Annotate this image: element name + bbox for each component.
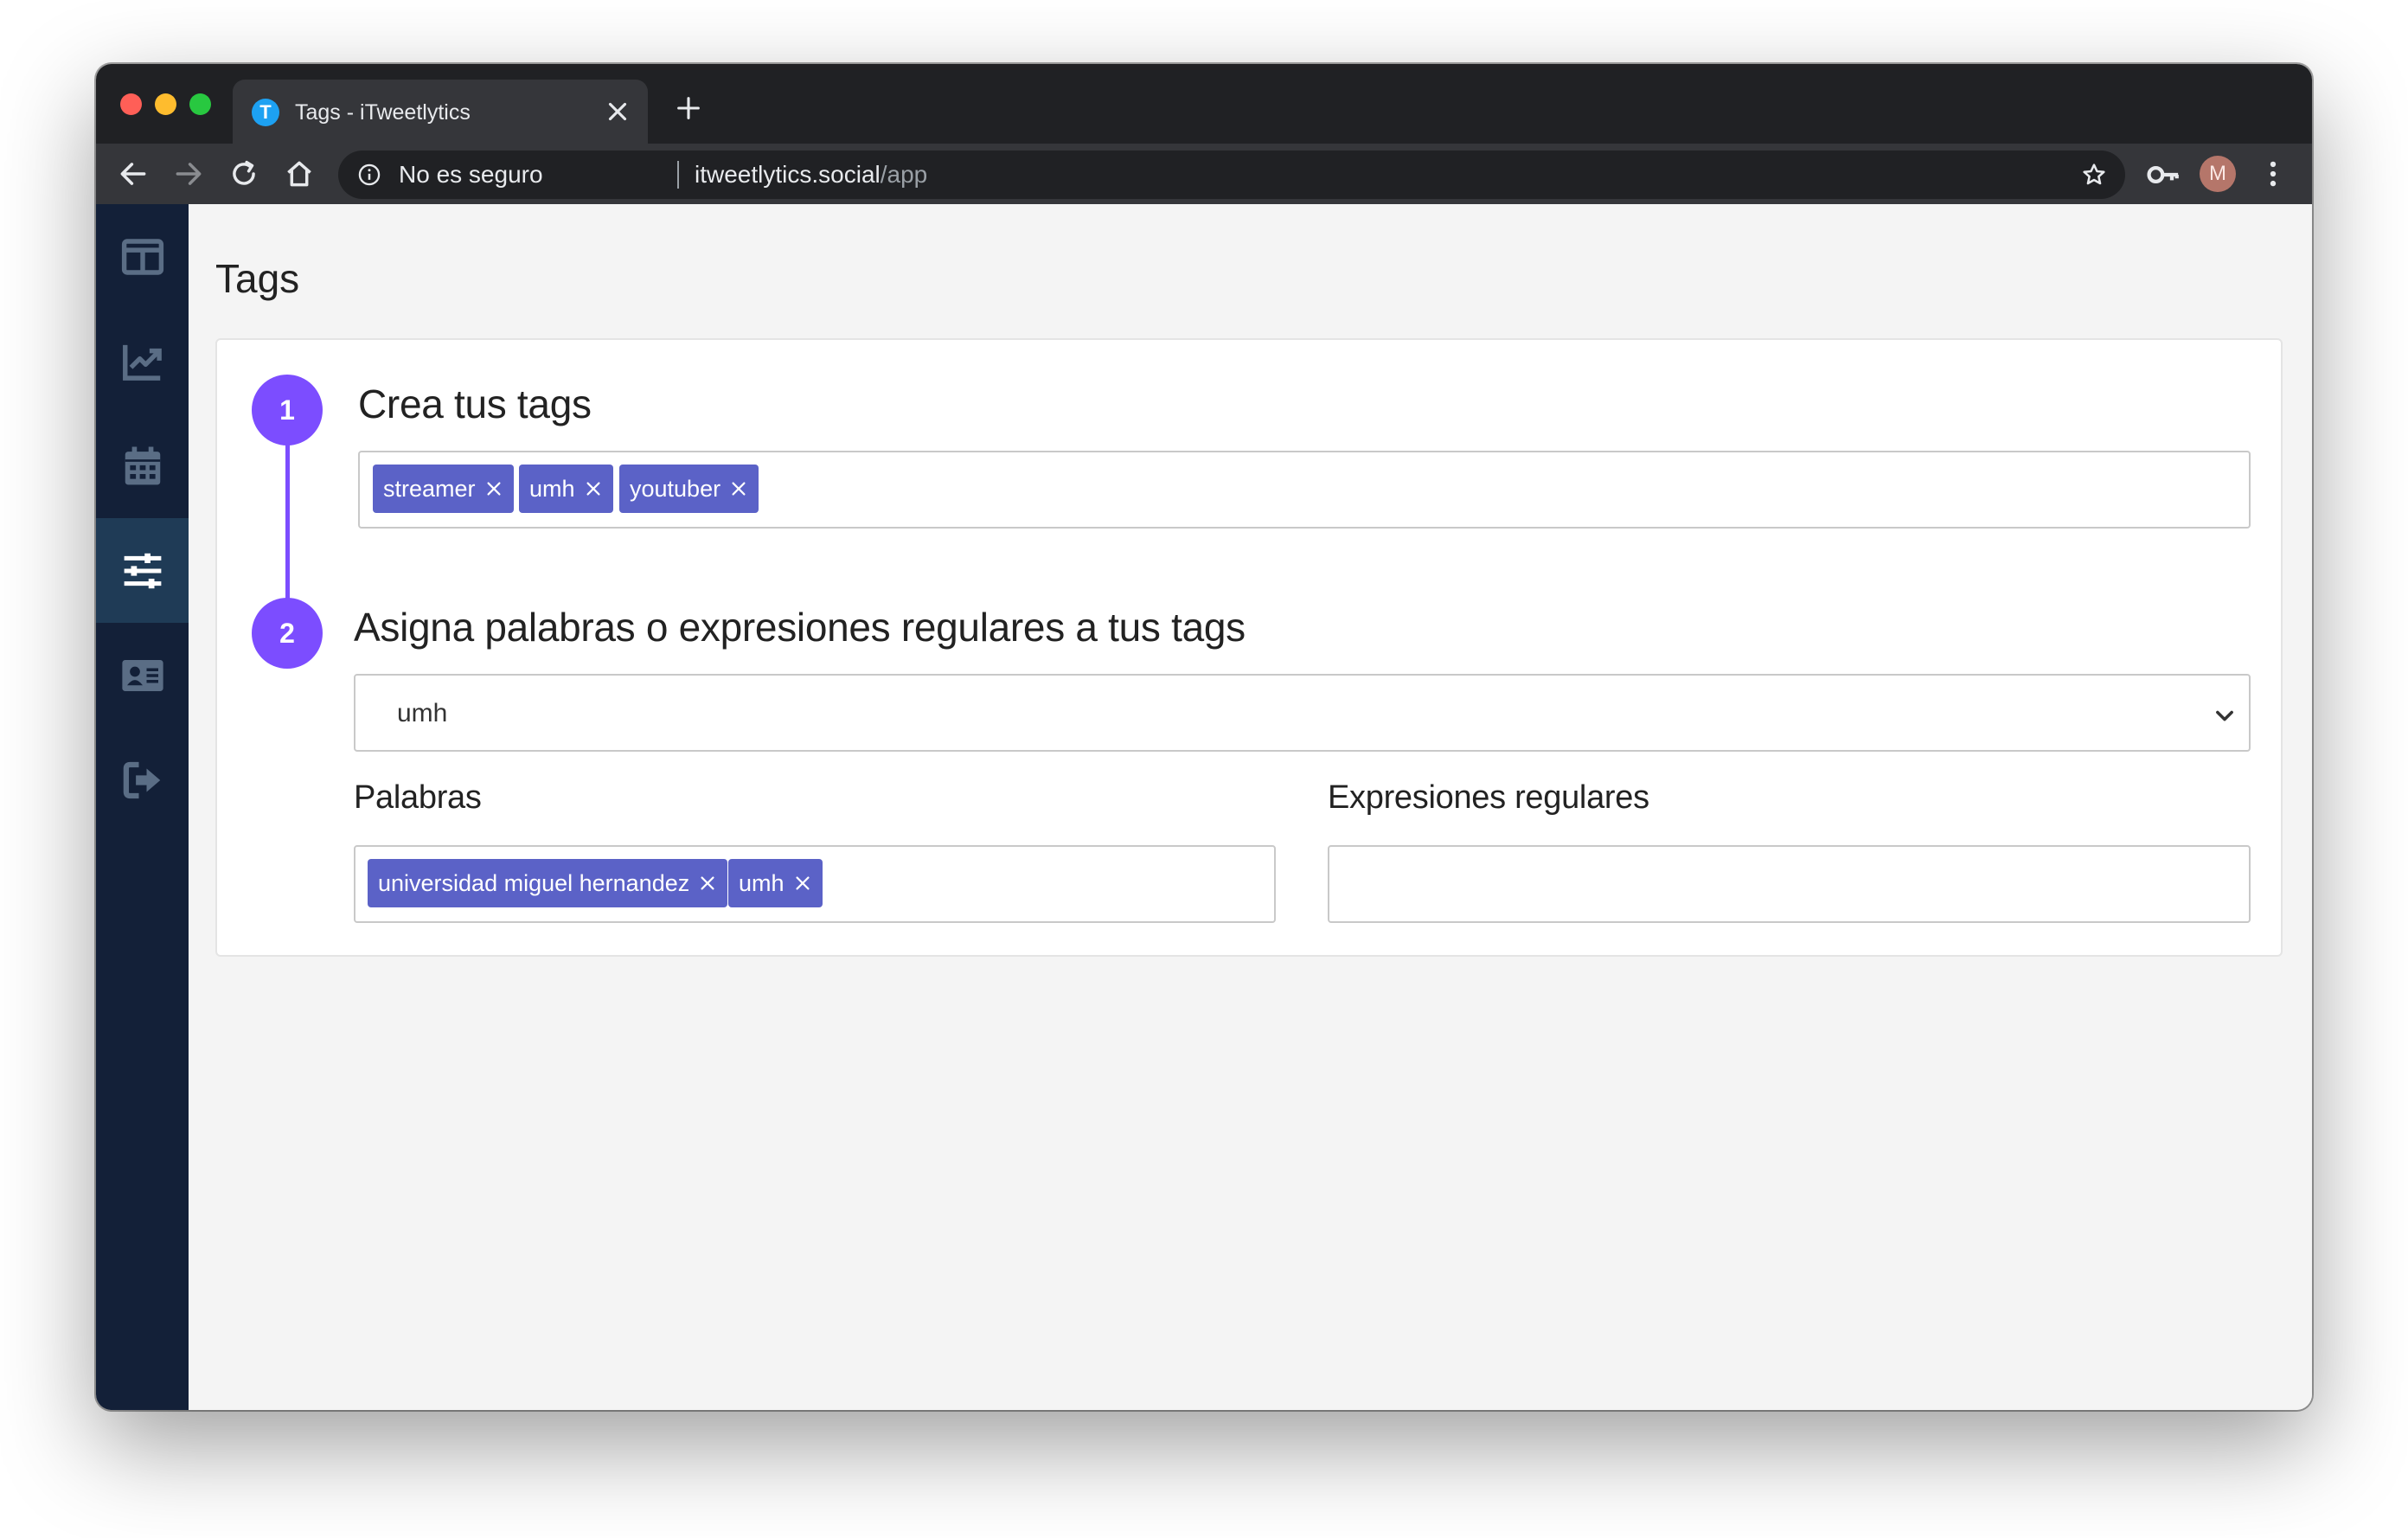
- step-2-badge: 2: [252, 598, 323, 669]
- browser-window: T Tags - iTweetlytics No es seguro itwee…: [96, 64, 2312, 1410]
- remove-tag-icon[interactable]: [484, 479, 503, 498]
- key-icon[interactable]: [2146, 159, 2181, 190]
- dashboard-icon: [121, 238, 163, 275]
- tag-chip: youtuber: [619, 465, 759, 513]
- sidebar-item-dashboard[interactable]: [96, 204, 189, 309]
- remove-tag-icon[interactable]: [729, 479, 748, 498]
- word-chip: umh: [728, 859, 823, 907]
- word-chip-label: universidad miguel hernandez: [378, 870, 690, 896]
- maximize-window-button[interactable]: [189, 93, 211, 115]
- remove-word-icon[interactable]: [793, 874, 812, 893]
- url-divider: [677, 161, 679, 189]
- tag-chip: streamer: [373, 465, 514, 513]
- sidebar-item-tags[interactable]: [96, 518, 189, 623]
- sign-out-icon: [123, 761, 160, 798]
- sliders-icon: [124, 553, 161, 588]
- words-label: Palabras: [354, 779, 482, 816]
- step-1-badge: 1: [252, 375, 323, 445]
- sidebar-item-analytics[interactable]: [96, 309, 189, 413]
- sidebar-item-logout[interactable]: [96, 727, 189, 832]
- tab-strip: T Tags - iTweetlytics: [96, 64, 2312, 144]
- url-text: itweetlytics.social/app: [695, 161, 927, 189]
- tag-chip-label: umh: [529, 476, 575, 502]
- sidebar-item-profile[interactable]: [96, 623, 189, 727]
- browser-toolbar: No es seguro itweetlytics.social/app M: [96, 144, 2312, 204]
- tag-select-value: umh: [397, 699, 448, 727]
- step-2-heading: Asigna palabras o expresiones regulares …: [354, 605, 1246, 650]
- page-title: Tags: [215, 256, 300, 301]
- close-window-button[interactable]: [120, 93, 142, 115]
- more-menu-icon[interactable]: [2257, 157, 2290, 190]
- contact-card-icon: [121, 659, 163, 691]
- close-tab-icon[interactable]: [603, 97, 632, 126]
- tag-chip-label: youtuber: [630, 476, 721, 502]
- chevron-down-icon: [2216, 710, 2233, 721]
- step-1-heading: Crea tus tags: [358, 381, 592, 426]
- home-icon[interactable]: [283, 157, 316, 190]
- reload-icon[interactable]: [227, 157, 260, 190]
- tag-select[interactable]: umh: [354, 674, 2251, 752]
- tag-chip: umh: [519, 465, 613, 513]
- back-arrow-icon[interactable]: [117, 157, 150, 190]
- main-content: Tags 1 Crea tus tags streamer umh youtub…: [189, 204, 2312, 1410]
- bookmark-star-icon[interactable]: [2080, 161, 2108, 189]
- address-bar[interactable]: No es seguro itweetlytics.social/app: [338, 151, 2125, 199]
- words-input[interactable]: universidad miguel hernandez umh: [354, 845, 1276, 923]
- minimize-window-button[interactable]: [155, 93, 176, 115]
- tab-title: Tags - iTweetlytics: [295, 100, 471, 125]
- forward-arrow-icon[interactable]: [172, 157, 205, 190]
- security-status: No es seguro: [399, 161, 543, 188]
- calendar-icon: [125, 446, 160, 484]
- favicon-icon: T: [252, 99, 279, 126]
- info-icon[interactable]: [357, 163, 381, 187]
- regex-label: Expresiones regulares: [1328, 779, 1649, 816]
- remove-word-icon[interactable]: [698, 874, 717, 893]
- url-host: itweetlytics.social: [695, 161, 881, 188]
- word-chip-label: umh: [739, 870, 785, 896]
- word-chip: universidad miguel hernandez: [368, 859, 728, 907]
- tab-tags[interactable]: T Tags - iTweetlytics: [233, 80, 648, 144]
- avatar[interactable]: M: [2200, 156, 2236, 192]
- app-sidebar: [96, 204, 189, 1410]
- remove-tag-icon[interactable]: [584, 479, 603, 498]
- tag-chip-label: streamer: [383, 476, 476, 502]
- url-path: /app: [880, 161, 928, 188]
- regex-input[interactable]: [1328, 845, 2251, 923]
- analytics-chart-icon: [122, 344, 162, 381]
- sidebar-item-calendar[interactable]: [96, 413, 189, 518]
- tags-card: 1 Crea tus tags streamer umh youtuber 2 …: [215, 338, 2283, 957]
- tags-input[interactable]: streamer umh youtuber: [358, 451, 2251, 529]
- new-tab-icon[interactable]: [674, 93, 703, 123]
